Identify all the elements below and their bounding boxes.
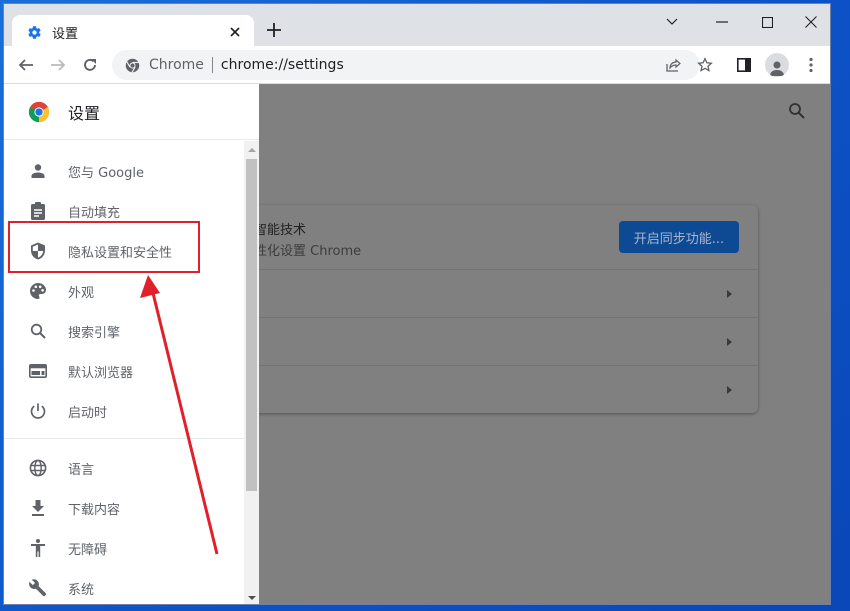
tab-search-icon[interactable] [662, 10, 682, 34]
search-icon [28, 321, 48, 341]
minimize-icon[interactable] [710, 10, 734, 34]
url-text[interactable]: chrome://settings [221, 57, 344, 73]
chevron-right-icon [727, 290, 732, 298]
download-icon [28, 498, 48, 518]
scroll-thumb[interactable] [246, 159, 257, 491]
chevron-right-icon [727, 338, 732, 346]
settings-menu: 您与 Google 自动填充 隐私设置和安全性 外观 搜索引擎 默认浏览器 启动… [4, 141, 244, 604]
card-row[interactable] [234, 365, 758, 413]
forward-button[interactable] [46, 53, 70, 77]
search-icon[interactable] [788, 102, 808, 122]
menu-item-label: 启动时 [68, 405, 108, 421]
share-icon[interactable] [661, 53, 685, 77]
menu-item-downloads[interactable]: 下载内容 [4, 488, 244, 528]
sync-card-title: 智能技术 [254, 223, 307, 238]
menu-item-label: 您与 Google [68, 165, 144, 181]
menu-item-appearance[interactable]: 外观 [4, 271, 244, 311]
drawer-header: 设置 [4, 84, 259, 140]
tab-settings[interactable]: 设置 [12, 15, 254, 50]
close-icon[interactable] [799, 10, 823, 34]
browser-icon [28, 361, 48, 381]
toolbar: Chrome chrome://settings [4, 46, 830, 84]
browser-window: 设置 Chrome chrome://settings 智能技术 性化设置 Ch… [3, 3, 831, 605]
menu-kebab-icon[interactable] [799, 53, 823, 77]
menu-item-label: 搜索引擎 [68, 325, 121, 341]
maximize-icon[interactable] [755, 10, 779, 34]
chrome-site-icon [124, 57, 140, 73]
menu-item-label: 默认浏览器 [68, 365, 134, 381]
tab-strip: 设置 [4, 4, 830, 50]
annotation-highlight-box [8, 221, 200, 273]
menu-divider [4, 438, 244, 439]
menu-item-label: 系统 [68, 582, 95, 598]
scroll-up-arrow-icon[interactable] [248, 148, 256, 152]
menu-item-label: 下载内容 [68, 502, 121, 518]
menu-item-label: 自动填充 [68, 205, 121, 221]
new-tab-button[interactable] [262, 18, 286, 42]
menu-item-default-browser[interactable]: 默认浏览器 [4, 351, 244, 391]
menu-item-on-startup[interactable]: 启动时 [4, 391, 244, 431]
drawer-title: 设置 [68, 103, 101, 123]
reload-button[interactable] [78, 53, 102, 77]
tab-title: 设置 [52, 27, 79, 42]
sync-card: 智能技术 性化设置 Chrome 开启同步功能... 料 [234, 205, 758, 413]
menu-item-label: 语言 [68, 462, 95, 478]
side-panel-icon[interactable] [732, 53, 756, 77]
person-icon [28, 161, 48, 181]
settings-drawer: 设置 您与 Google 自动填充 隐私设置和安全性 外观 搜索引擎 默认浏览器… [4, 84, 259, 604]
palette-icon [28, 281, 48, 301]
bookmark-star-icon[interactable] [693, 53, 717, 77]
wrench-icon [28, 578, 48, 598]
accessibility-icon [28, 538, 48, 558]
card-row[interactable] [234, 269, 758, 317]
scroll-down-arrow-icon[interactable] [248, 596, 256, 600]
menu-item-label: 无障碍 [68, 542, 108, 558]
chrome-logo-icon [28, 101, 50, 123]
gear-icon [26, 25, 42, 41]
menu-item-search-engine[interactable]: 搜索引擎 [4, 311, 244, 351]
menu-item-languages[interactable]: 语言 [4, 448, 244, 488]
menu-item-accessibility[interactable]: 无障碍 [4, 528, 244, 568]
clipboard-icon [28, 201, 48, 221]
sync-card-subtitle: 性化设置 Chrome [254, 244, 362, 259]
tab-close-icon[interactable] [226, 23, 244, 41]
turn-on-sync-button[interactable]: 开启同步功能... [619, 221, 739, 253]
separator [211, 57, 213, 73]
site-name: Chrome [149, 57, 204, 73]
power-icon [28, 401, 48, 421]
drawer-scrollbar[interactable] [244, 141, 259, 604]
menu-item-system[interactable]: 系统 [4, 568, 244, 604]
address-bar[interactable]: Chrome chrome://settings [112, 50, 700, 80]
card-row[interactable]: 料 [234, 317, 758, 365]
chevron-right-icon [727, 386, 732, 394]
menu-item-label: 外观 [68, 285, 95, 301]
back-button[interactable] [14, 53, 38, 77]
globe-icon [28, 458, 48, 478]
profile-avatar[interactable] [765, 53, 789, 77]
menu-item-you-and-google[interactable]: 您与 Google [4, 151, 244, 191]
